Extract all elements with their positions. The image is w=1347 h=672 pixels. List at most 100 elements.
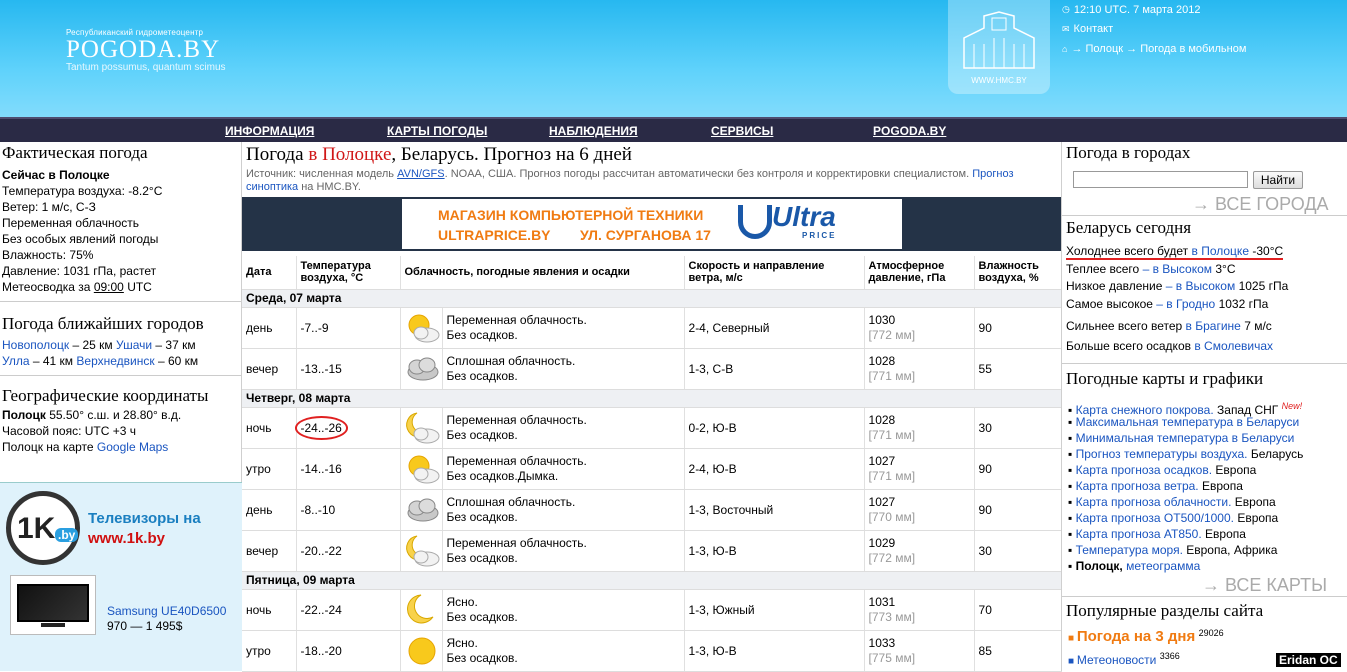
cities-title: Погода в городах (1066, 143, 1191, 162)
new-badge: New! (1281, 401, 1303, 411)
temperature: -7..-9 (296, 307, 401, 349)
moon-icon (400, 589, 443, 631)
left-sidebar: Фактическая погода Сейчас в Полоцке Темп… (0, 142, 242, 671)
map-item: ▪ Карта прогноза ОТ500/1000. Европа (1068, 511, 1279, 525)
wind: 1-3, Восточный (684, 489, 865, 531)
pressure: 1031 [773 мм] (864, 589, 975, 631)
ultra-logo-icon (738, 205, 772, 239)
mail-icon: ✉ (1062, 23, 1070, 34)
nearby-city-link[interactable]: Новополоцк (2, 338, 69, 352)
today-city-link[interactable]: – в Высоком (1166, 279, 1235, 293)
map-link[interactable]: Прогноз температуры воздуха. (1076, 447, 1248, 461)
all-maps-link[interactable]: → ВСЕ КАРТЫ (1202, 575, 1327, 596)
contact-link[interactable]: ✉ Контакт (1062, 20, 1246, 40)
1k-logo: 1K .by (6, 491, 80, 565)
search-button[interactable]: Найти (1253, 171, 1303, 189)
temperature: -14..-16 (296, 448, 401, 490)
map-link[interactable]: Температура моря. (1076, 543, 1183, 557)
synop-time-link[interactable]: 09:00 (94, 280, 124, 294)
time-of-day: утро (242, 448, 297, 490)
today-row: Холоднее всего будет в Полоцке -30°C (1066, 244, 1284, 260)
forecast-row: вечер -20..-22 Переменная облачность. Без… (242, 530, 1062, 572)
forecast-row: день -8..-10 Сплошная облачность. Без оса… (242, 489, 1062, 531)
ad-line-1: Телевизоры на (88, 510, 201, 527)
pressure: 1027 [771 мм] (864, 448, 975, 490)
nav-information[interactable]: ИНФОРМАЦИЯ (225, 124, 314, 138)
nearby-city-link[interactable]: Верхнедвинск (76, 354, 154, 368)
condition: Переменная облачность. Без осадков. (442, 407, 685, 449)
today-row: Теплее всего – в Высоком 3°C (1066, 261, 1236, 276)
forecast-row: утро -18..-20 Ясно. Без осадков. 1-3, Ю-В… (242, 630, 1062, 672)
nav-observations[interactable]: НАБЛЮДЕНИЯ (549, 124, 638, 138)
map-link[interactable]: Максимальная температура в Беларуси (1076, 415, 1300, 429)
nearby-title: Погода ближайших городов (2, 314, 204, 333)
map-item: ▪ Максимальная температура в Беларуси (1068, 415, 1300, 429)
map-link[interactable]: метеограмма (1126, 559, 1200, 573)
forecast-row: вечер -13..-15 Сплошная облачность. Без о… (242, 348, 1062, 390)
map-link[interactable]: Карта прогноза АТ850. (1076, 527, 1202, 541)
nav-services[interactable]: СЕРВИСЫ (711, 124, 773, 138)
today-city-link[interactable]: в Полоцке (1192, 244, 1250, 258)
col-pressure: Атмосферное давление, гПа (864, 256, 975, 290)
all-cities-link[interactable]: → ВСЕ ГОРОДА (1192, 194, 1329, 215)
wind: 1-3, С-В (684, 348, 865, 390)
breadcrumb-mobile[interactable]: Погода в мобильном (1140, 43, 1246, 55)
map-link[interactable]: Карта прогноза облачности. (1076, 495, 1232, 509)
condition: Ясно. Без осадков. (442, 630, 685, 672)
today-row: Сильнее всего ветер в Брагине 7 м/с (1066, 319, 1272, 333)
pressure: 1030 [772 мм] (864, 307, 975, 349)
popular-link[interactable]: Погода на 3 дня (1077, 628, 1195, 645)
top-links: ◷ 12:10 UTC. 7 марта 2012 ✉ Контакт ⌂ → Пол… (1062, 0, 1246, 59)
breadcrumb-city[interactable]: Полоцк (1086, 43, 1124, 55)
geo-map-row: Полоцк на карте Google Maps (2, 440, 169, 454)
today-city-link[interactable]: в Брагине (1186, 319, 1241, 333)
col-wind: Скорость и направление ветра, м/с (684, 256, 865, 290)
geo-coords-row: Полоцк 55.50° с.ш. и 28.80° в.д. (2, 408, 182, 422)
today-city-link[interactable]: в Смолевичах (1194, 339, 1273, 353)
ultraprice-banner[interactable]: МАГАЗИН КОМПЬЮТЕРНОЙ ТЕХНИКИ ULTRAPRICE.… (242, 197, 1061, 251)
today-city-link[interactable]: – в Высоком (1143, 262, 1212, 276)
nav-pogoda-by[interactable]: POGODA.BY (873, 124, 946, 138)
nav-weather-maps[interactable]: КАРТЫ ПОГОДЫ (387, 124, 487, 138)
condition: Переменная облачность. Без осадков.Дымка. (442, 448, 685, 490)
col-cloud: Облачность, погодные явления и осадки (400, 256, 685, 290)
ad-price: 970 — 1 495$ (107, 619, 183, 633)
map-item: ▪ Карта прогноза облачности. Европа (1068, 495, 1276, 509)
site-logo[interactable]: Республиканский гидрометеоцентр POGODA.B… (66, 28, 226, 73)
wind: 1-3, Ю-В (684, 630, 865, 672)
map-link[interactable]: Карта прогноза осадков. (1076, 463, 1212, 477)
temperature: -20..-22 (296, 530, 401, 572)
humidity: 30 (974, 407, 1062, 449)
forecast-row: ночь -24..-26 Переменная облачность. Без … (242, 407, 1062, 449)
condition: Переменная облачность. Без осадков. (442, 530, 685, 572)
col-date: Дата (242, 256, 297, 290)
ad-line-2: www.1k.by (88, 530, 165, 547)
nearby-city-link[interactable]: Ушачи (116, 338, 152, 352)
day-label: Четверг, 08 марта (242, 389, 1062, 408)
city-search-input[interactable] (1073, 171, 1248, 188)
map-link[interactable]: Минимальная температура в Беларуси (1076, 431, 1295, 445)
avn-gfs-link[interactable]: AVN/GFS (397, 168, 444, 180)
time-of-day: утро (242, 630, 297, 672)
tv-image (10, 575, 96, 635)
popular-link[interactable]: Метеоновости (1077, 653, 1157, 667)
time-of-day: день (242, 307, 297, 349)
hmc-logo[interactable]: WWW.HMC.BY (948, 0, 1050, 94)
google-maps-link[interactable]: Google Maps (97, 440, 168, 454)
condition: Сплошная облачность. Без осадков. (442, 348, 685, 390)
today-city-link[interactable]: – в Гродно (1156, 297, 1215, 311)
humidity: 90 (974, 448, 1062, 490)
map-link[interactable]: Карта прогноза ветра. (1076, 479, 1199, 493)
humidity: 30 (974, 530, 1062, 572)
clock-icon: ◷ (1062, 4, 1070, 15)
ad-product-link[interactable]: Samsung UE40D6500 (107, 604, 226, 618)
temperature: -24..-26 (294, 407, 401, 449)
clock-row: ◷ 12:10 UTC. 7 марта 2012 (1062, 0, 1246, 20)
wind: Ветер: 1 м/с, С-З (2, 200, 96, 214)
ad-1k-banner[interactable]: 1K .by Телевизоры на www.1k.by Samsung U… (0, 482, 242, 671)
condition: Переменная облачность. Без осадков. (442, 307, 685, 349)
wind: 0-2, Ю-В (684, 407, 865, 449)
temperature: -18..-20 (296, 630, 401, 672)
map-link[interactable]: Карта прогноза ОТ500/1000. (1076, 511, 1234, 525)
nearby-city-link[interactable]: Улла (2, 354, 30, 368)
